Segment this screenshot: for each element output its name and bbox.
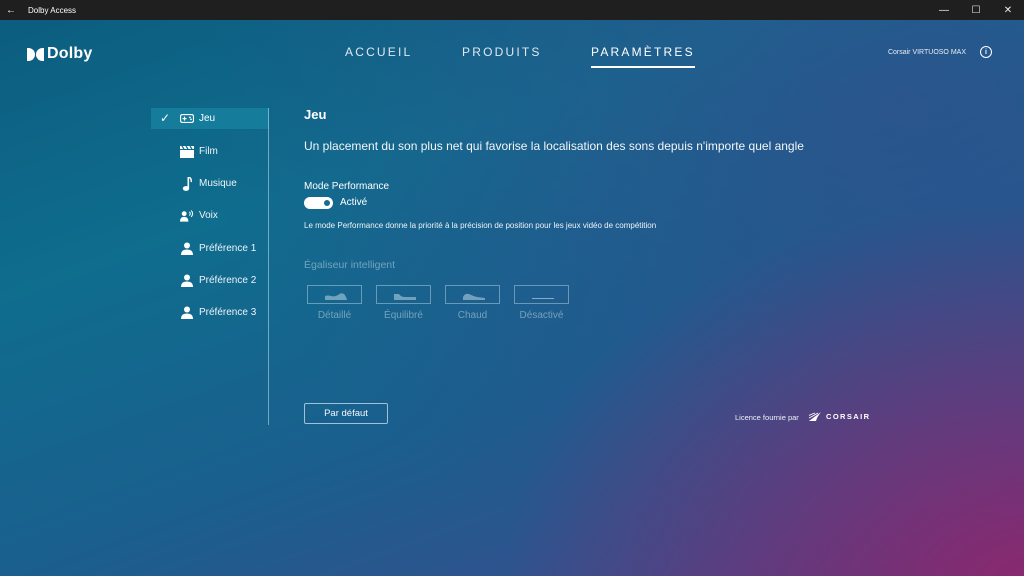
close-button[interactable]: ✕: [992, 0, 1024, 20]
performance-mode-label: Mode Performance: [304, 181, 390, 192]
eq-detailed-icon: [325, 293, 347, 300]
corsair-brand-text: CORSAIR: [826, 412, 871, 421]
sidebar-item-musique[interactable]: Musique: [151, 173, 269, 194]
sidebar-item-film[interactable]: Film: [151, 141, 269, 162]
nav-parametres-label: PARAMÈTRES: [591, 45, 695, 59]
eq-preset-label: Désactivé: [519, 310, 564, 321]
sidebar-item-preference-3[interactable]: Préférence 3: [151, 302, 269, 323]
corsair-logo: CORSAIR: [808, 411, 870, 422]
profile-sidebar: ✓ Jeu Film Musique Voix Préférence 1 Pré…: [151, 108, 269, 425]
default-button[interactable]: Par défaut: [304, 403, 388, 424]
voice-icon: [180, 209, 194, 222]
eq-off-icon: [532, 298, 554, 299]
sidebar-item-label: Voix: [199, 210, 218, 221]
profile-title: Jeu: [304, 107, 327, 122]
music-note-icon: [180, 176, 194, 191]
person-icon: [180, 242, 194, 255]
back-arrow-icon[interactable]: ←: [0, 5, 22, 16]
eq-balanced-icon: [394, 294, 416, 300]
eq-preset-balanced[interactable]: [376, 285, 431, 304]
performance-mode-state: Activé: [340, 197, 368, 208]
toggle-knob: [324, 200, 330, 206]
equalizer-title: Égaliseur intelligent: [304, 259, 396, 271]
main-nav: ACCUEIL PRODUITS PARAMÈTRES: [0, 45, 1024, 68]
eq-warm-icon: [463, 293, 485, 300]
device-name[interactable]: Corsair VIRTUOSO MAX: [888, 49, 966, 56]
person-icon: [180, 306, 194, 319]
eq-preset-off[interactable]: [514, 285, 569, 304]
profile-description: Un placement du son plus net qui favoris…: [304, 139, 804, 153]
corsair-sails-icon: [808, 412, 821, 421]
nav-active-underline: [591, 66, 695, 68]
performance-mode-description: Le mode Performance donne la priorité à …: [304, 221, 657, 230]
sidebar-divider: [268, 108, 269, 425]
minimize-button[interactable]: —: [928, 0, 960, 20]
info-icon[interactable]: i: [980, 46, 992, 58]
sidebar-item-label: Préférence 2: [199, 275, 257, 286]
sidebar-item-jeu[interactable]: ✓ Jeu: [151, 108, 269, 129]
performance-mode-toggle[interactable]: [304, 197, 333, 209]
sidebar-item-label: Film: [199, 146, 218, 157]
window-title: Dolby Access: [28, 5, 77, 15]
person-icon: [180, 274, 194, 287]
sidebar-item-label: Préférence 3: [199, 307, 257, 318]
nav-parametres[interactable]: PARAMÈTRES: [591, 45, 695, 68]
title-bar: ← Dolby Access — ☐ ✕: [0, 0, 1024, 20]
sidebar-item-voix[interactable]: Voix: [151, 205, 269, 226]
eq-preset-label: Équilibré: [384, 310, 423, 321]
eq-preset-label: Chaud: [457, 310, 488, 321]
sidebar-item-preference-2[interactable]: Préférence 2: [151, 270, 269, 291]
nav-produits[interactable]: PRODUITS: [462, 45, 542, 59]
license-text: Licence fournie par: [735, 413, 799, 422]
sidebar-item-label: Musique: [199, 178, 237, 189]
nav-accueil[interactable]: ACCUEIL: [345, 45, 412, 59]
sidebar-item-label: Jeu: [199, 113, 216, 124]
sidebar-item-label: Préférence 1: [199, 243, 257, 254]
maximize-button[interactable]: ☐: [960, 0, 992, 20]
gamepad-icon: [180, 112, 194, 125]
eq-preset-warm[interactable]: [445, 285, 500, 304]
checkmark-icon: ✓: [160, 111, 171, 125]
window-controls: — ☐ ✕: [928, 0, 1024, 20]
eq-preset-label: Détaillé: [317, 310, 352, 321]
clapperboard-icon: [180, 145, 194, 158]
eq-preset-detailed[interactable]: [307, 285, 362, 304]
sidebar-item-preference-1[interactable]: Préférence 1: [151, 238, 269, 259]
